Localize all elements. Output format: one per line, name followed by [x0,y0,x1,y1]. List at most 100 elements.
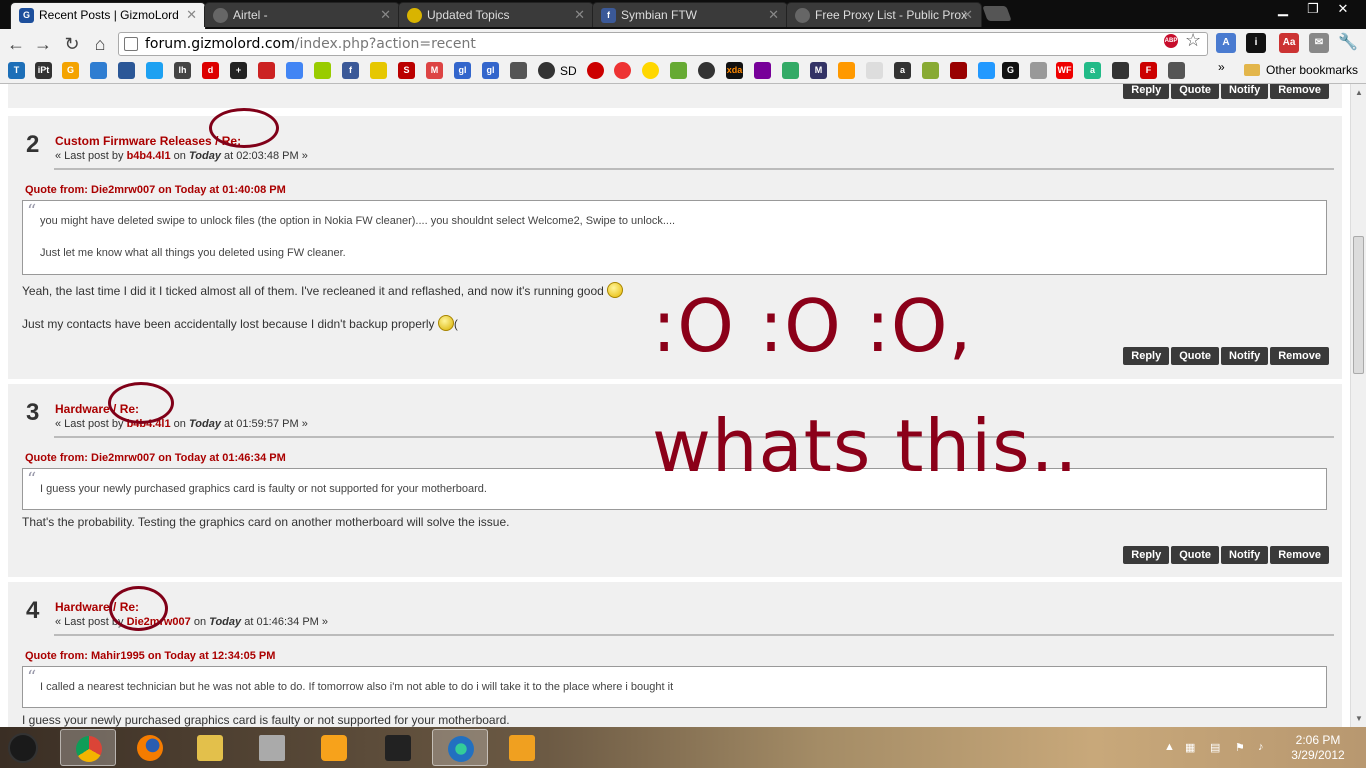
xda-icon[interactable]: xda [726,62,743,79]
mail-extension-icon[interactable]: ✉ [1309,33,1329,53]
tab-free-proxy-list[interactable]: Free Proxy List - Public Prox ✕ [786,2,982,27]
font-extension-icon[interactable]: Aa [1279,33,1299,53]
bookmark-g-icon[interactable]: G [62,62,79,79]
close-icon[interactable]: ✕ [962,7,973,23]
taskbar-explorer[interactable] [182,729,238,766]
bookmark-gl-icon[interactable]: gl [454,62,471,79]
address-bar[interactable]: forum.gizmolord.com/index.php?action=rec… [118,32,1208,56]
scrollbar-thumb[interactable] [1353,236,1364,374]
tab-airtel[interactable]: Airtel - ✕ [204,2,400,27]
quote-button[interactable]: Quote [1171,84,1220,99]
bookmark-pinwheel-icon[interactable] [838,62,855,79]
remove-button[interactable]: Remove [1270,546,1329,564]
reply-button[interactable]: Reply [1123,546,1170,564]
bookmark-t-icon[interactable]: T [8,62,25,79]
bookmark-tv-icon[interactable] [1168,62,1185,79]
bookmark-grid-icon[interactable] [118,62,135,79]
taskbar-media-player[interactable] [306,729,362,766]
tray-flag-icon[interactable]: ⚑ [1235,741,1245,754]
twitter-icon[interactable] [146,62,163,79]
bookmark-darkred-icon[interactable] [950,62,967,79]
google-icon[interactable] [286,62,303,79]
scroll-down-arrow-icon[interactable]: ▼ [1355,714,1363,723]
quote-button[interactable]: Quote [1171,546,1220,564]
back-arrow-icon[interactable]: ← [5,33,27,55]
bookmark-s-icon[interactable]: S [398,62,415,79]
taskbar-angry-birds[interactable] [370,729,426,766]
close-icon[interactable]: ✕ [574,7,585,23]
taskbar-clock[interactable]: 2:06 PM 3/29/2012 [1280,733,1356,763]
start-button[interactable] [8,733,38,763]
bookmark-olive-icon[interactable] [922,62,939,79]
bookmark-plus-icon[interactable]: + [230,62,247,79]
bookmark-red-icon[interactable] [258,62,275,79]
notify-button[interactable]: Notify [1221,347,1269,365]
other-bookmarks-folder[interactable]: Other bookmarks [1244,63,1358,77]
wrench-menu-icon[interactable]: 🔧 [1338,33,1358,53]
minimize-button[interactable]: ▁ [1268,0,1298,20]
facebook-icon[interactable]: f [342,62,359,79]
bookmark-yellow-icon[interactable] [370,62,387,79]
remove-button[interactable]: Remove [1270,84,1329,99]
bookmark-m-icon[interactable]: M [810,62,827,79]
taskbar-window-switcher[interactable] [244,729,300,766]
notify-button[interactable]: Notify [1221,84,1269,99]
bookmark-a-icon[interactable]: a [1084,62,1101,79]
close-icon[interactable]: ✕ [768,7,779,23]
page-scrollbar[interactable]: ▲ ▼ [1350,84,1366,727]
reload-icon[interactable]: ↻ [61,33,83,55]
bookmark-lh-icon[interactable]: lh [174,62,191,79]
bookmark-d-icon[interactable]: d [202,62,219,79]
tab-symbian-ftw[interactable]: f Symbian FTW ✕ [592,2,788,27]
bookmark-star-icon[interactable]: ☆ [1185,30,1201,51]
tray-device-icon[interactable]: ▤ [1210,741,1220,754]
bookmark-ipt-icon[interactable]: iPt [35,62,52,79]
bookmark-mp-icon[interactable] [670,62,687,79]
scroll-up-arrow-icon[interactable]: ▲ [1355,88,1363,97]
tab-updated-topics[interactable]: Updated Topics ✕ [398,2,594,27]
home-icon[interactable]: ⌂ [89,33,111,55]
bookmark-bars-icon[interactable] [1112,62,1129,79]
taskbar-firefox[interactable] [122,729,178,766]
bookmark-hand-icon[interactable] [1030,62,1047,79]
reply-button[interactable]: Reply [1123,347,1170,365]
bookmark-purple-icon[interactable] [754,62,771,79]
maximize-button[interactable]: ❐ [1298,0,1328,20]
adblock-icon[interactable]: ABP [1164,34,1178,48]
close-icon[interactable]: ✕ [186,7,197,23]
taskbar-download-manager[interactable] [432,729,488,766]
reply-button[interactable]: Reply [1123,84,1170,99]
taskbar-winamp[interactable] [494,729,550,766]
remove-button[interactable]: Remove [1270,347,1329,365]
bookmark-dark-icon[interactable] [538,62,555,79]
forward-arrow-icon[interactable]: → [32,33,54,55]
gmail-icon[interactable]: M [426,62,443,79]
bookmark-circle-icon[interactable] [698,62,715,79]
bookmark-f-icon[interactable]: F [1140,62,1157,79]
bookmark-green-icon[interactable] [314,62,331,79]
bookmark-flame-icon[interactable] [978,62,995,79]
tray-show-hidden-icon[interactable]: ▲ [1164,741,1175,753]
author-link[interactable]: b4b4.4l1 [127,150,171,162]
notify-button[interactable]: Notify [1221,546,1269,564]
translate-extension-icon[interactable]: A [1216,33,1236,53]
taskbar-chrome[interactable] [60,729,116,766]
bookmark-g2-icon[interactable]: G [1002,62,1019,79]
smiley-icon[interactable] [642,62,659,79]
bookmark-gl2-icon[interactable]: gl [482,62,499,79]
bookmark-green2-icon[interactable] [782,62,799,79]
bookmark-photo-icon[interactable] [90,62,107,79]
info-extension-icon[interactable]: i [1246,33,1266,53]
opera-icon[interactable] [614,62,631,79]
bookmark-sd-label[interactable]: SD [560,64,577,78]
tray-volume-icon[interactable]: ♪ [1258,741,1264,753]
bookmark-wf-icon[interactable]: WF [1056,62,1073,79]
bookmark-book-icon[interactable] [866,62,883,79]
amazon-icon[interactable]: a [894,62,911,79]
tray-network-icon[interactable]: ▦ [1185,741,1195,754]
bookmarks-overflow-chevron[interactable]: » [1218,60,1225,74]
close-icon[interactable]: ✕ [380,7,391,23]
penguin-icon[interactable] [510,62,527,79]
new-tab-button[interactable] [982,6,1012,21]
bookmark-red-circle-icon[interactable] [587,62,604,79]
